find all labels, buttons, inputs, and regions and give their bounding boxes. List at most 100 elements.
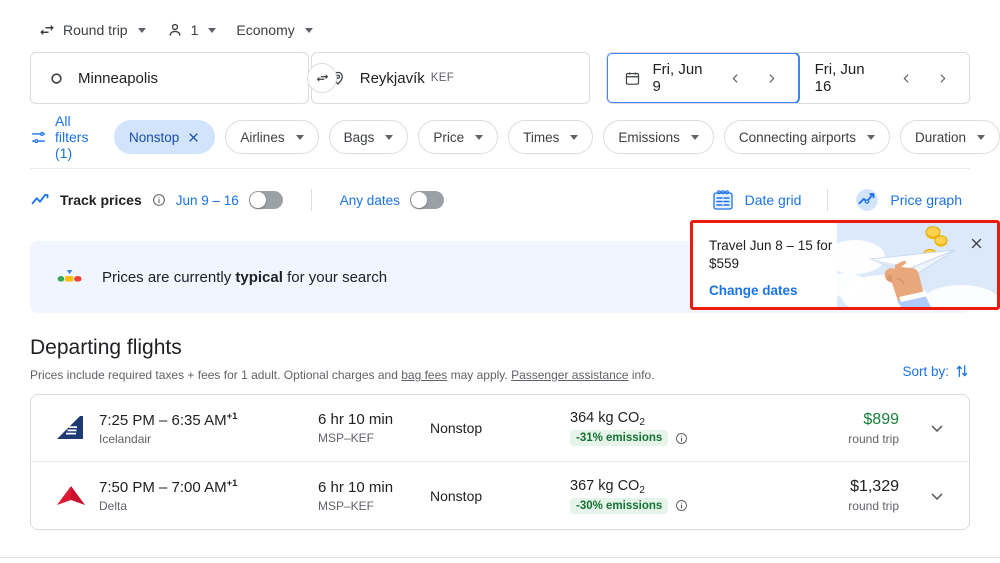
- calendar-grid-icon: [711, 188, 735, 212]
- destination-value: Reykjavík: [359, 69, 425, 87]
- flight-stops: Nonstop: [430, 420, 483, 436]
- filter-chip-label: Airlines: [240, 129, 285, 145]
- info-icon[interactable]: [675, 432, 688, 445]
- price-gauge-icon: [56, 266, 84, 288]
- return-prev-day-button[interactable]: [894, 65, 919, 91]
- flight-price: $1,329 round trip: [755, 478, 921, 513]
- filter-chip-emissions[interactable]: Emissions: [603, 120, 714, 154]
- time-range-text: 7:25 PM – 6:35 AM: [99, 411, 227, 429]
- vertical-divider: [310, 189, 312, 211]
- filter-chip-connecting-airports[interactable]: Connecting airports: [723, 120, 890, 154]
- cabin-class-selector[interactable]: Economy: [228, 16, 320, 44]
- filter-chip-label: Duration: [914, 129, 966, 145]
- filter-chip-label: Price: [433, 129, 465, 145]
- flight-duration: 6 hr 10 min MSP–KEF: [318, 479, 430, 513]
- filter-chip-bags[interactable]: Bags: [328, 120, 409, 154]
- emissions-badge: -30% emissions: [570, 497, 669, 514]
- departure-date-field[interactable]: Fri, Jun 9: [606, 53, 800, 103]
- passenger-assistance-link[interactable]: Passenger assistance: [511, 368, 628, 382]
- sort-by-button[interactable]: Sort by:: [902, 363, 970, 379]
- all-filters-label: All filters (1): [55, 113, 89, 161]
- section-divider: [30, 168, 970, 169]
- day-offset-badge: +1: [226, 410, 238, 422]
- price-graph-label: Price graph: [890, 192, 962, 208]
- filter-chip-price[interactable]: Price: [418, 120, 499, 154]
- trend-line-icon: [30, 190, 50, 210]
- trip-type-selector[interactable]: Round trip: [30, 15, 154, 45]
- flight-emissions: 364 kg CO2 -31% emissions: [570, 410, 755, 446]
- return-date-value: Fri, Jun 16: [814, 61, 865, 95]
- callout-line-1: Travel Jun 8 – 15 for: [709, 238, 833, 253]
- callout-line-2: $559: [709, 256, 740, 271]
- filter-chip-duration[interactable]: Duration: [899, 120, 1000, 154]
- flight-times: 7:50 PM – 7:00 AM+1 Delta: [93, 478, 318, 513]
- close-icon[interactable]: [965, 232, 987, 254]
- chevron-down-icon[interactable]: [921, 486, 953, 506]
- airline-name: Icelandair: [99, 431, 152, 446]
- insights-text-bold: typical: [235, 268, 283, 286]
- swap-origin-destination-button[interactable]: [307, 63, 337, 93]
- filter-chips-bar: All filters (1) Nonstop Airlines Bags Pr…: [30, 113, 1000, 161]
- departure-prev-day-button[interactable]: [723, 65, 747, 91]
- info-icon[interactable]: [675, 499, 688, 512]
- emissions-amount: 364 kg CO: [570, 410, 640, 426]
- filter-chip-label: Connecting airports: [738, 129, 856, 145]
- date-grid-label: Date grid: [744, 192, 802, 208]
- bag-fees-link[interactable]: bag fees: [401, 368, 447, 382]
- disclaimer-part-3: info.: [628, 368, 655, 382]
- departure-next-day-button[interactable]: [759, 65, 783, 91]
- chevron-down-icon: [304, 27, 313, 33]
- filter-chip-airlines[interactable]: Airlines: [225, 120, 319, 154]
- filter-chip-nonstop[interactable]: Nonstop: [114, 120, 216, 154]
- swap-arrows-icon: [314, 70, 331, 87]
- table-row[interactable]: 7:25 PM – 6:35 AM+1 Icelandair 6 hr 10 m…: [31, 395, 969, 462]
- flight-stops: Nonstop: [430, 487, 483, 504]
- any-dates-label[interactable]: Any dates: [340, 193, 400, 208]
- return-next-day-button[interactable]: [930, 65, 955, 91]
- flight-results-list: 7:25 PM – 6:35 AM+1 Icelandair 6 hr 10 m…: [30, 394, 970, 530]
- track-prices-bar: Track prices Jun 9 – 16 Any dates Date g…: [30, 182, 970, 218]
- flight-time-range: 7:50 PM – 7:00 AM+1: [99, 478, 318, 496]
- all-filters-button[interactable]: All filters (1): [30, 113, 104, 161]
- chevron-down-icon: [208, 27, 217, 33]
- track-prices-label: Track prices: [60, 192, 142, 208]
- flight-price: $899 round trip: [755, 411, 921, 446]
- swap-horizontal-icon: [38, 21, 56, 39]
- destination-input[interactable]: Reykjavík KEF: [310, 52, 590, 104]
- disclaimer-part-1: Prices include required taxes + fees for…: [30, 368, 402, 382]
- track-date-range-label[interactable]: Jun 9 – 16: [176, 193, 239, 208]
- sort-by-label: Sort by:: [902, 363, 949, 379]
- price-value: $1,329: [850, 478, 899, 495]
- passenger-count-label: 1: [190, 22, 199, 38]
- price-type: round trip: [848, 499, 899, 513]
- chevron-down-icon: [977, 134, 985, 140]
- close-icon[interactable]: [187, 131, 200, 144]
- emissions-subscript: 2: [639, 417, 645, 428]
- return-date-field[interactable]: Fri, Jun 16: [799, 53, 969, 103]
- vertical-divider: [827, 189, 829, 211]
- any-dates-toggle[interactable]: [409, 191, 444, 209]
- table-row[interactable]: 7:50 PM – 7:00 AM+1 Delta 6 hr 10 min MS…: [31, 462, 969, 529]
- origin-input[interactable]: Minneapolis: [30, 52, 309, 104]
- calendar-icon: [624, 70, 641, 87]
- track-date-range-toggle[interactable]: [248, 191, 283, 209]
- date-grid-button[interactable]: Date grid: [703, 184, 810, 216]
- passenger-selector[interactable]: 1: [158, 15, 225, 45]
- icelandair-tail-logo: [49, 412, 93, 444]
- chevron-down-icon: [137, 27, 146, 33]
- chevron-down-icon[interactable]: [921, 418, 953, 438]
- toggle-knob: [249, 192, 266, 208]
- trip-options-bar: Round trip 1 Economy: [0, 0, 1000, 46]
- emissions-badge: -31% emissions: [570, 430, 669, 446]
- price-graph-button[interactable]: Price graph: [846, 183, 970, 217]
- departing-flights-header: Departing flights Prices include require…: [30, 336, 970, 383]
- cabin-class-label: Economy: [236, 22, 295, 38]
- change-dates-link[interactable]: Change dates: [709, 283, 868, 298]
- change-dates-callout: Travel Jun 8 – 15 for $559 Change dates: [690, 220, 1000, 310]
- filter-chip-times[interactable]: Times: [508, 120, 594, 154]
- chevron-down-icon: [690, 134, 699, 140]
- price-insights-text: Prices are currently typical for your se…: [102, 269, 387, 286]
- info-icon[interactable]: [152, 193, 166, 207]
- airline-name: Delta: [99, 499, 128, 513]
- duration-value: 6 hr 10 min: [318, 411, 394, 428]
